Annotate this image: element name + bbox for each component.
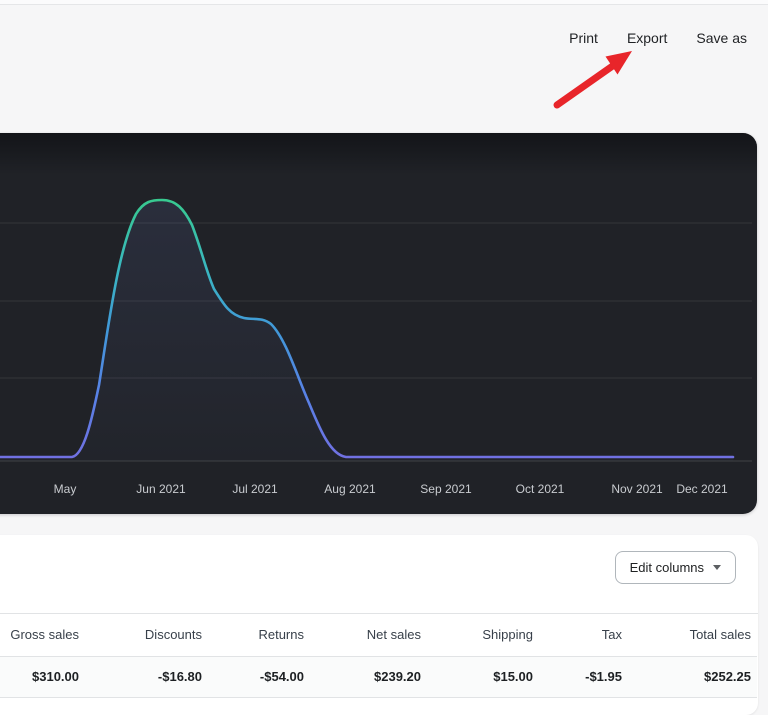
sales-over-time-chart[interactable]: May Jun 2021 Jul 2021 Aug 2021 Sep 2021 … — [0, 133, 757, 514]
x-label-aug: Aug 2021 — [324, 482, 376, 496]
cell-net-sales: $239.20 — [320, 656, 437, 697]
export-button[interactable]: Export — [627, 30, 667, 46]
sales-chart-card: May Jun 2021 Jul 2021 Aug 2021 Sep 2021 … — [0, 133, 757, 514]
cell-tax: -$1.95 — [549, 656, 638, 697]
x-label-jul: Jul 2021 — [232, 482, 278, 496]
edit-columns-button[interactable]: Edit columns — [615, 551, 736, 584]
x-label-sep: Sep 2021 — [420, 482, 472, 496]
x-label-jun: Jun 2021 — [136, 482, 186, 496]
x-label-oct: Oct 2021 — [516, 482, 565, 496]
table-row: $310.00 -$16.80 -$54.00 $239.20 $15.00 -… — [0, 656, 757, 697]
cell-total-sales: $252.25 — [638, 656, 757, 697]
header-shipping[interactable]: Shipping — [437, 613, 549, 656]
print-button[interactable]: Print — [569, 30, 598, 46]
save-as-button[interactable]: Save as — [696, 30, 747, 46]
cell-gross-sales: $310.00 — [0, 656, 95, 697]
header-returns[interactable]: Returns — [218, 613, 320, 656]
x-label-nov: Nov 2021 — [611, 482, 663, 496]
x-label-may: May — [54, 482, 77, 496]
edit-columns-label: Edit columns — [630, 560, 704, 575]
header-gross-sales[interactable]: Gross sales — [0, 613, 95, 656]
red-arrow-icon — [548, 44, 640, 110]
table-header-row: Gross sales Discounts Returns Net sales … — [0, 613, 757, 656]
sales-report-table: Gross sales Discounts Returns Net sales … — [0, 613, 757, 698]
cell-shipping: $15.00 — [437, 656, 549, 697]
chevron-down-icon — [713, 565, 721, 570]
x-label-dec: Dec 2021 — [676, 482, 728, 496]
header-discounts[interactable]: Discounts — [95, 613, 218, 656]
x-axis-labels: May Jun 2021 Jul 2021 Aug 2021 Sep 2021 … — [54, 482, 728, 496]
report-table-card: Edit columns Gross sales Discounts Retur… — [0, 535, 758, 715]
cell-discounts: -$16.80 — [95, 656, 218, 697]
report-toolbar: Print Export Save as — [569, 30, 747, 46]
cell-returns: -$54.00 — [218, 656, 320, 697]
header-tax[interactable]: Tax — [549, 613, 638, 656]
header-net-sales[interactable]: Net sales — [320, 613, 437, 656]
header-total-sales[interactable]: Total sales — [638, 613, 757, 656]
chart-area-fill — [0, 200, 733, 461]
top-divider — [0, 0, 768, 5]
